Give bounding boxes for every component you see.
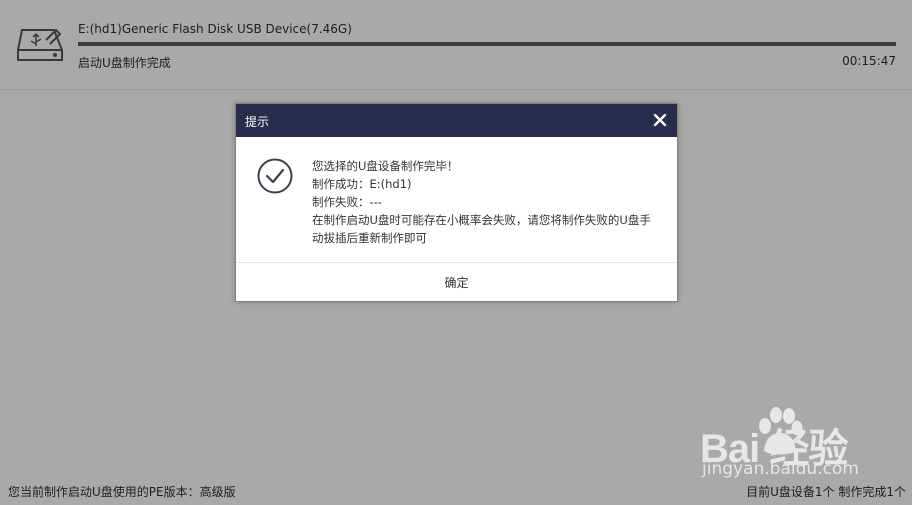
message-line: 制作成功：E:(hd1) (312, 177, 412, 191)
close-icon[interactable] (653, 113, 667, 127)
message-line: 制作失败：--- (312, 195, 382, 209)
device-count-text: 目前U盘设备1个 制作完成1个 (746, 485, 906, 499)
completion-dialog: 提示 您选择的U盘设备制作完毕！ 制作成功：E:(hd1) 制作失败：--- 在… (236, 104, 677, 301)
device-status: 启动U盘制作完成 (78, 56, 171, 70)
check-circle-icon (257, 158, 293, 194)
dialog-message: 您选择的U盘设备制作完毕！ 制作成功：E:(hd1) 制作失败：--- 在制作启… (312, 157, 662, 247)
dialog-body: 您选择的U盘设备制作完毕！ 制作成功：E:(hd1) 制作失败：--- 在制作启… (236, 137, 677, 263)
confirm-button[interactable]: 确定 (424, 270, 488, 295)
device-name: E:(hd1)Generic Flash Disk USB Device(7.4… (78, 22, 352, 36)
device-row: E:(hd1)Generic Flash Disk USB Device(7.4… (0, 0, 912, 90)
watermark: Bai 经验 jingyan.baidu.com (700, 400, 900, 485)
message-line: 您选择的U盘设备制作完毕！ (312, 159, 459, 173)
elapsed-time: 00:15:47 (842, 54, 896, 68)
watermark-url: jingyan.baidu.com (702, 459, 859, 479)
usb-drive-icon (17, 28, 63, 61)
progress-bar (78, 42, 896, 46)
message-line: 在制作启动U盘时可能存在小概率会失败，请您将制作失败的U盘手动拔插后重新制作即可 (312, 213, 651, 245)
dialog-footer: 确定 (236, 263, 677, 301)
pe-version-text: 您当前制作启动U盘使用的PE版本：高级版 (8, 485, 236, 499)
dialog-title: 提示 (245, 115, 270, 129)
dialog-header: 提示 (236, 104, 677, 137)
progress-fill (78, 42, 896, 46)
